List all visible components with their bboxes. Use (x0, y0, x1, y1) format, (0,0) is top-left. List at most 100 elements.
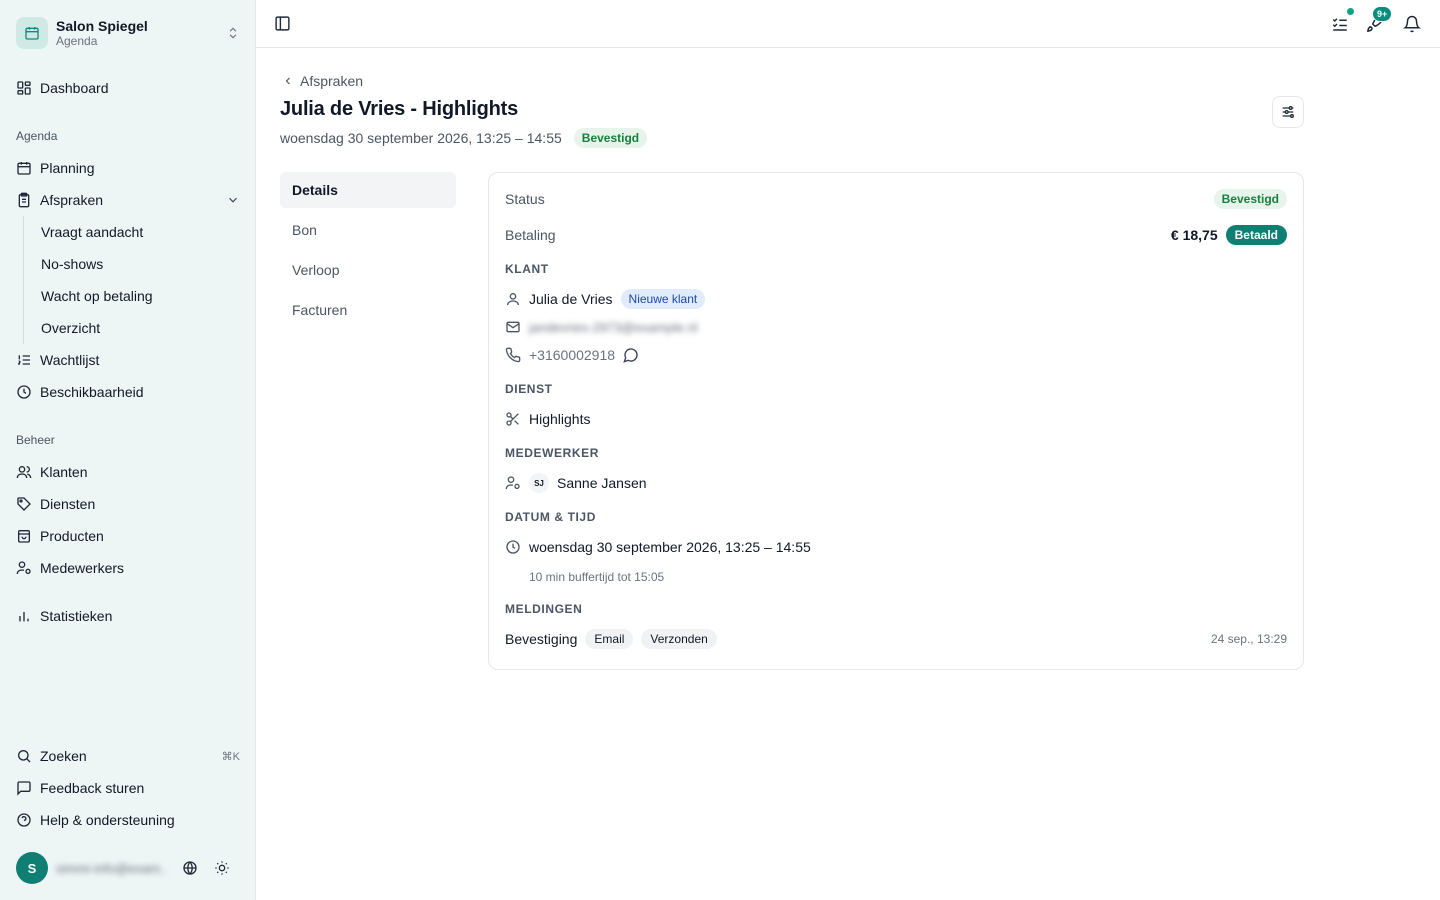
sidebar-item-label: Wachtlijst (40, 352, 100, 368)
search-shortcut: ⌘K (221, 750, 240, 763)
sidebar-item-klanten[interactable]: Klanten (8, 458, 248, 486)
page-subtitle: woensdag 30 september 2026, 13:25 – 14:5… (280, 128, 648, 148)
status-badge: Bevestigd (573, 128, 648, 148)
sidebar-item-feedback[interactable]: Feedback sturen (8, 774, 248, 802)
section-dienst: DIENST (505, 382, 553, 396)
nav-group-beheer: Beheer (16, 433, 55, 447)
workspace-switcher[interactable]: Salon Spiegel Agenda (16, 16, 240, 50)
breadcrumb-afspraken[interactable]: Afspraken (300, 73, 363, 89)
notification-time: 24 sep., 13:29 (1210, 632, 1287, 646)
sidebar-item-label: Planning (40, 160, 95, 176)
message-circle-icon[interactable] (623, 347, 639, 363)
sidebar-item-diensten[interactable]: Diensten (8, 490, 248, 518)
notification-channel-badge: Email (585, 629, 634, 649)
bar-chart-icon (16, 608, 32, 624)
section-medewerker: MEDEWERKER (505, 446, 600, 460)
payment-label: Betaling (505, 227, 556, 243)
sidebar-item-dashboard[interactable]: Dashboard (8, 74, 248, 102)
sidebar-subitem-wacht-op-betaling[interactable]: Wacht op betaling (33, 282, 243, 310)
workspace-name: Salon Spiegel (56, 17, 148, 34)
client-row: Julia de Vries Nieuwe klant (505, 289, 1287, 309)
calendar-icon (16, 160, 32, 176)
users-icon (16, 464, 32, 480)
sidebar-item-label: Producten (40, 528, 104, 544)
help-circle-icon (16, 812, 32, 828)
nav-group-agenda: Agenda (16, 129, 58, 143)
sidebar-item-label: Diensten (40, 496, 96, 512)
sidebar-item-medewerkers[interactable]: Medewerkers (8, 554, 248, 582)
employee-name: Sanne Jansen (557, 475, 647, 491)
status-label: Status (505, 191, 545, 207)
page-title: Julia de Vries - Highlights (280, 98, 518, 120)
client-phone[interactable]: +3160002918 (529, 347, 615, 363)
buffer-row: 10 min buffertijd tot 15:05 (529, 569, 1287, 585)
tab-facturen[interactable]: Facturen (280, 292, 456, 328)
client-name[interactable]: Julia de Vries (529, 291, 613, 307)
settings-button[interactable] (1272, 96, 1304, 128)
bell-icon[interactable] (1403, 15, 1421, 33)
tag-icon (16, 496, 32, 512)
notifications-count-badge: 9+ (1372, 6, 1393, 22)
sidebar-item-wachtlijst[interactable]: Wachtlijst (8, 346, 248, 374)
list-ordered-icon (16, 352, 32, 368)
sidebar-item-producten[interactable]: Producten (8, 522, 248, 550)
topbar: 9+ (256, 0, 1440, 48)
sidebar-toggle-icon[interactable] (274, 15, 292, 33)
employee-row: SJ Sanne Jansen (505, 473, 1287, 493)
section-datum-tijd: DATUM & TIJD (505, 510, 596, 524)
sidebar-item-help[interactable]: Help & ondersteuning (8, 806, 248, 834)
avatar[interactable]: S (16, 852, 48, 884)
tab-bon[interactable]: Bon (280, 212, 456, 248)
sidebar-subitem-no-shows[interactable]: No-shows (33, 250, 243, 278)
phone-icon (505, 347, 521, 363)
shopping-bag-icon (16, 528, 32, 544)
user-cog-icon (505, 475, 521, 491)
scissors-icon (505, 411, 521, 427)
client-email[interactable]: jandevries-2973@example.nl (529, 320, 698, 335)
appointment-details-card: Status Bevestigd Betaling € 18,75 Betaal… (488, 172, 1304, 670)
tasks-icon[interactable] (1331, 15, 1349, 33)
user-icon (505, 291, 521, 307)
phone-row: +3160002918 (505, 345, 1287, 365)
calendar-logo-icon (16, 17, 48, 49)
section-klant: KLANT (505, 262, 549, 276)
status-value-badge: Bevestigd (1213, 189, 1287, 209)
payment-row: Betaling € 18,75 Betaald (505, 225, 1287, 245)
layout-dashboard-icon (16, 80, 32, 96)
search-icon (16, 748, 32, 764)
clock-icon (16, 384, 32, 400)
sidebar-item-label: Dashboard (40, 80, 109, 96)
service-name: Highlights (529, 411, 591, 427)
sidebar-subitem-vraagt-aandacht[interactable]: Vraagt aandacht (33, 218, 243, 246)
sidebar-item-label: Help & ondersteuning (40, 812, 175, 828)
sidebar: Salon Spiegel Agenda Dashboard Agenda Pl… (0, 0, 256, 900)
sidebar-subitem-overzicht[interactable]: Overzicht (33, 314, 243, 342)
user-menu[interactable]: S simmi-info@exam... (16, 852, 248, 884)
message-square-icon (16, 780, 32, 796)
sidebar-item-zoeken[interactable]: Zoeken ⌘K (8, 742, 248, 770)
buffer-note: 10 min buffertijd tot 15:05 (529, 570, 665, 584)
chevron-left-icon (282, 75, 300, 87)
notification-type: Bevestiging (505, 631, 578, 647)
sidebar-item-label: Statistieken (40, 608, 113, 624)
globe-icon[interactable] (182, 860, 198, 876)
sun-icon[interactable] (214, 860, 230, 876)
tab-verloop[interactable]: Verloop (280, 252, 456, 288)
sidebar-item-planning[interactable]: Planning (8, 154, 248, 182)
datetime-row: woensdag 30 september 2026, 13:25 – 14:5… (505, 537, 1287, 557)
breadcrumb[interactable]: Afspraken (282, 73, 363, 89)
appointment-datetime-value: woensdag 30 september 2026, 13:25 – 14:5… (529, 539, 811, 555)
payment-status-badge: Betaald (1225, 225, 1287, 245)
sidebar-item-statistieken[interactable]: Statistieken (8, 602, 248, 630)
tab-details[interactable]: Details (280, 172, 456, 208)
sidebar-item-beschikbaarheid[interactable]: Beschikbaarheid (8, 378, 248, 406)
chevron-down-icon[interactable] (226, 193, 240, 207)
employee-avatar: SJ (529, 473, 549, 493)
payment-amount: € 18,75 (1170, 227, 1218, 243)
tasks-indicator-dot (1346, 7, 1355, 16)
sidebar-item-afspraken[interactable]: Afspraken (8, 186, 248, 214)
email-row: jandevries-2973@example.nl (505, 317, 1287, 337)
status-row: Status Bevestigd (505, 189, 1287, 209)
sidebar-item-label: Klanten (40, 464, 88, 480)
sidebar-item-label: Feedback sturen (40, 780, 145, 796)
